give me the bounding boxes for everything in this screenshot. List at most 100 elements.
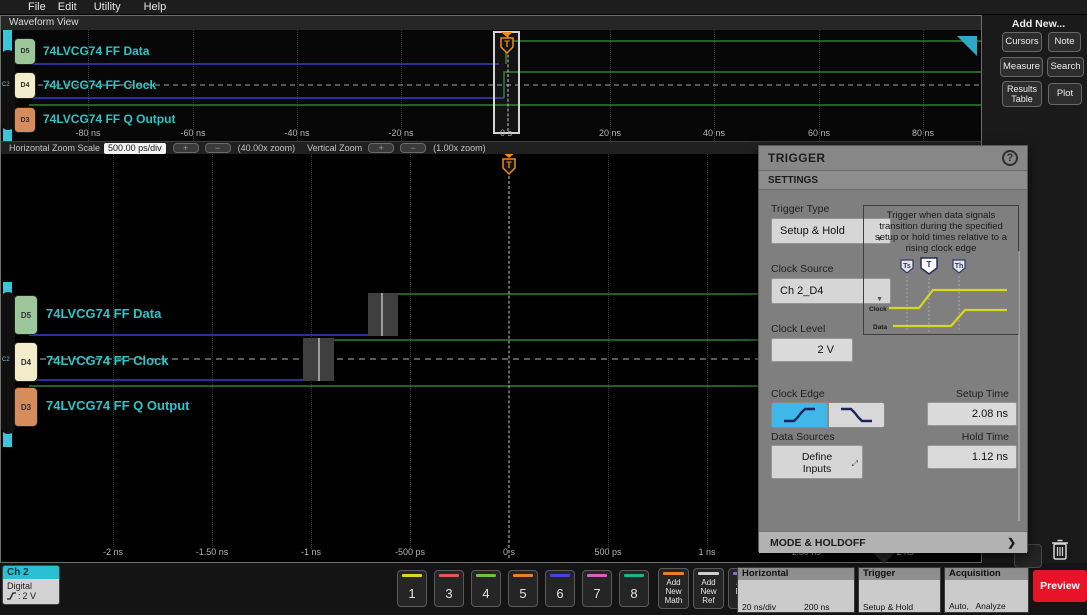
menu-bar: File Edit Utility Help [0, 0, 1087, 15]
group-collapse-handle[interactable]: C2 [2, 82, 10, 88]
trigger-info-box[interactable]: Trigger Setup & Hold S: 2.08 ns H: 1.12 … [858, 567, 941, 613]
math-color-stripe [663, 572, 684, 575]
menu-edit[interactable]: Edit [58, 0, 77, 15]
help-icon[interactable]: ? [1002, 150, 1018, 166]
falling-edge-button[interactable] [828, 402, 885, 428]
channel-color-stripe [402, 574, 422, 577]
axis-tick: 40 ns [703, 128, 725, 138]
channel-2-info: Digital : 2 V [3, 579, 59, 605]
channel-group-handle[interactable] [1, 50, 15, 130]
add-search-button[interactable]: Search [1047, 57, 1084, 77]
acquisition-info-box[interactable]: Acquisition Auto, Analyze High Res: 12 b… [944, 567, 1029, 613]
mode-holdoff-section[interactable]: MODE & HOLDOFF ❯ [759, 531, 1027, 553]
trigger-panel-body: Trigger Type Setup & Hold ▼ Clock Source… [759, 191, 1027, 531]
svg-text:Ts: Ts [903, 263, 911, 270]
axis-tick: -20 ns [388, 128, 413, 138]
axis-tick: 80 ns [912, 128, 934, 138]
vzoom-factor: (1.00x zoom) [433, 143, 486, 153]
waveform-overview[interactable]: C2 D5 D4 D3 74LVCG74 FF Data 74LVCG74 FF… [1, 30, 981, 141]
overview-label-data: 74LVCG74 FF Data [43, 44, 149, 58]
panel-pointer [872, 552, 896, 563]
channel-4-button[interactable]: 4 [471, 570, 501, 607]
vzoom-plus-button[interactable]: + [368, 143, 394, 153]
rising-edge-button[interactable] [771, 402, 828, 428]
add-cursors-button[interactable]: Cursors [1002, 32, 1042, 52]
setup-time-label: Setup Time [956, 388, 1009, 400]
define-inputs-button[interactable]: Define Inputs ⤢ [771, 445, 863, 479]
overview-label-clock: 74LVCG74 FF Clock [43, 78, 156, 92]
channel-1-button[interactable]: 1 [397, 570, 427, 607]
svg-text:T: T [927, 260, 932, 269]
oscilloscope-app: File Edit Utility Help Waveform View [0, 0, 1087, 615]
add-measure-button[interactable]: Measure [1000, 57, 1043, 77]
axis-tick: 0 s [503, 547, 515, 557]
channel-6-button[interactable]: 6 [545, 570, 575, 607]
main-badge-d5[interactable]: D5 [14, 295, 38, 335]
hzoom-plus-button[interactable]: + [173, 143, 199, 153]
axis-tick: -2 ns [103, 547, 123, 557]
trigger-line [509, 176, 510, 558]
trigger-description: Trigger when data signals transition dur… [867, 210, 1015, 254]
setup-time-field[interactable]: 2.08 ns [927, 402, 1017, 426]
add-new-ref-button[interactable]: Add New Ref [693, 568, 724, 609]
bottom-bar: Ch 2 Digital : 2 V 1 3 4 5 [0, 563, 1087, 615]
axis-tick: -1.50 ns [196, 547, 229, 557]
ref-color-stripe [698, 572, 719, 575]
trigger-type-label: Trigger Type [771, 203, 829, 215]
panel-scrollbar[interactable] [1018, 251, 1020, 521]
channel-color-stripe [476, 574, 496, 577]
group-collapse-handle[interactable]: C2 [2, 357, 10, 363]
hold-time-field[interactable]: 1.12 ns [927, 445, 1017, 469]
horizontal-info-box[interactable]: Horizontal 20 ns/div200 ns SR: 6.25 GS/s… [737, 567, 855, 613]
add-note-button[interactable]: Note [1048, 32, 1081, 52]
axis-tick: -60 ns [180, 128, 205, 138]
chevron-right-icon: ❯ [1007, 537, 1016, 549]
preview-button[interactable]: Preview [1033, 570, 1087, 602]
hzoom-label: Horizontal Zoom Scale [9, 143, 100, 153]
settings-section-header: SETTINGS [759, 170, 1027, 190]
trash-button[interactable] [1045, 535, 1075, 565]
overview-label-qout: 74LVCG74 FF Q Output [43, 112, 175, 126]
channel-group-handle[interactable] [1, 292, 15, 434]
clock-level-label: Clock Level [771, 323, 825, 335]
channel-color-stripe [587, 574, 607, 577]
clock-level-field[interactable]: 2 V [771, 338, 853, 362]
trigger-panel-header[interactable]: TRIGGER ? [759, 146, 1027, 170]
channel-5-button[interactable]: 5 [508, 570, 538, 607]
trash-icon [1050, 538, 1070, 562]
add-plot-button[interactable]: Plot [1048, 83, 1082, 105]
channel-2-name: Ch 2 [3, 566, 59, 579]
overview-badge-d3[interactable]: D3 [14, 107, 36, 133]
overview-badge-d5[interactable]: D5 [14, 38, 36, 65]
expand-icon: ⤢ [852, 458, 858, 470]
trigger-flag-icon[interactable]: T [497, 32, 517, 55]
axis-tick: -40 ns [284, 128, 309, 138]
channel-2-badge[interactable]: Ch 2 Digital : 2 V [2, 565, 60, 605]
hold-time-label: Hold Time [962, 431, 1009, 443]
axis-tick: 0 s [500, 128, 512, 138]
main-badge-d4[interactable]: D4 [14, 342, 38, 382]
vzoom-minus-button[interactable]: − [400, 143, 426, 153]
channel-3-button[interactable]: 3 [434, 570, 464, 607]
menu-utility[interactable]: Utility [94, 0, 121, 15]
channel-7-button[interactable]: 7 [582, 570, 612, 607]
zoom-overview-corner-icon[interactable] [957, 36, 977, 56]
hzoom-scale-input[interactable]: 500.00 ps/div [104, 143, 166, 154]
menu-help[interactable]: Help [144, 0, 167, 15]
clock-edge-label: Clock Edge [771, 388, 825, 400]
hzoom-minus-button[interactable]: − [205, 143, 231, 153]
channel-8-button[interactable]: 8 [619, 570, 649, 607]
axis-tick: -80 ns [75, 128, 100, 138]
trigger-flag-icon[interactable]: T [499, 154, 519, 176]
add-results-table-button[interactable]: Results Table [1002, 81, 1042, 107]
svg-text:Data: Data [873, 324, 887, 331]
menu-file[interactable]: File [28, 0, 46, 15]
svg-text:T: T [506, 160, 512, 170]
axis-tick: -1 ns [301, 547, 321, 557]
overview-badge-d4[interactable]: D4 [14, 72, 36, 99]
main-badge-d3[interactable]: D3 [14, 387, 38, 427]
hzoom-factor: (40.00x zoom) [238, 143, 296, 153]
main-label-qout: 74LVCG74 FF Q Output [46, 398, 190, 413]
add-new-math-button[interactable]: Add New Math [658, 568, 689, 609]
rising-edge-icon [772, 403, 827, 427]
